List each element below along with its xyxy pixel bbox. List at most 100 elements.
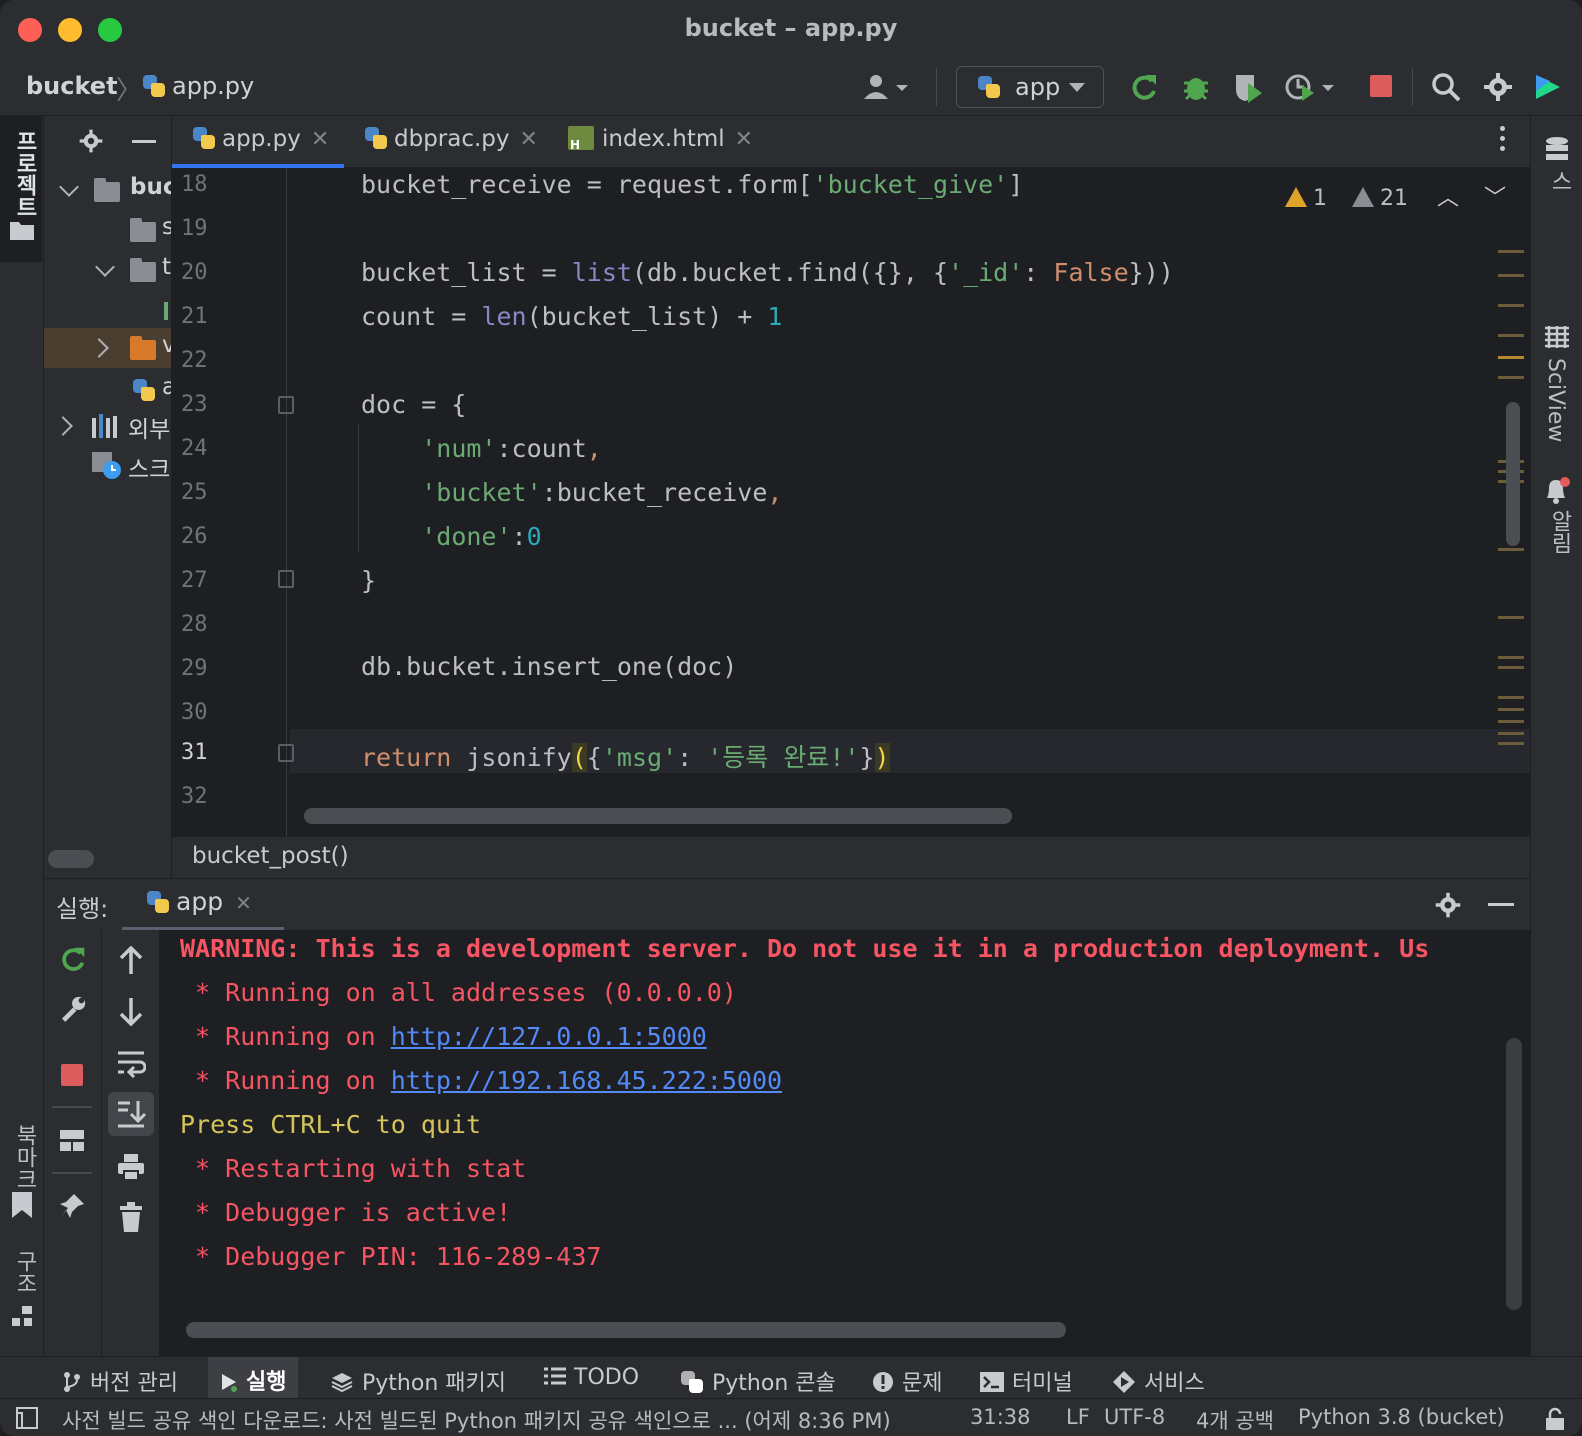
jetbrains-logo-icon[interactable] — [1532, 71, 1564, 103]
sciview-tool-button[interactable]: SciView — [1531, 322, 1582, 452]
tree-item[interactable]: buc — [44, 170, 171, 210]
tree-item[interactable]: t — [44, 250, 171, 290]
toggle-tool-windows-icon[interactable] — [16, 1407, 38, 1429]
arrow-up-icon[interactable] — [118, 946, 144, 976]
console-line: * Running on http://127.0.0.1:5000 — [180, 1022, 707, 1051]
code-editor[interactable]: 18 19 20 21 22 23 24 25 26 27 28 29 30 3… — [172, 168, 1530, 836]
trash-icon[interactable] — [118, 1202, 144, 1232]
tree-item[interactable]: a — [44, 370, 171, 410]
scroll-marker — [1498, 742, 1524, 745]
tab-dbprac-py[interactable]: dbprac.py ✕ — [344, 116, 546, 168]
debug-icon[interactable] — [1180, 71, 1212, 103]
tool-window-problems[interactable]: 문제 — [872, 1365, 942, 1397]
lock-icon[interactable] — [1544, 1407, 1566, 1431]
tree-item-scratches[interactable]: 스크 — [44, 446, 171, 486]
tab-app-py[interactable]: app.py ✕ — [172, 116, 344, 168]
run-tab-app[interactable]: app ✕ — [122, 879, 284, 931]
code-area[interactable]: bucket_receive = request.form['bucket_gi… — [290, 168, 1500, 836]
tool-window-terminal[interactable]: 터미널 — [980, 1365, 1073, 1397]
editor-horizontal-scrollbar[interactable] — [304, 808, 1012, 824]
database-tool-button[interactable]: 데이터베이스 — [1531, 130, 1582, 290]
close-tab-icon[interactable]: ✕ — [735, 127, 753, 152]
wrench-icon[interactable] — [58, 994, 88, 1024]
status-line-separator[interactable]: LF — [1066, 1405, 1090, 1429]
tree-item[interactable] — [44, 290, 171, 330]
console-horizontal-scrollbar[interactable] — [186, 1322, 1066, 1338]
tree-item-selected[interactable]: v — [44, 328, 171, 368]
breadcrumb-project[interactable]: bucket — [26, 72, 118, 100]
console-link[interactable]: http://127.0.0.1:5000 — [391, 1022, 707, 1051]
folder-icon — [130, 218, 156, 242]
search-icon[interactable] — [1430, 71, 1462, 103]
scratches-icon — [92, 452, 121, 479]
line-number-gutter: 18 19 20 21 22 23 24 25 26 27 28 29 30 3… — [172, 168, 290, 836]
status-interpreter[interactable]: Python 3.8 (bucket) — [1298, 1405, 1505, 1429]
tool-window-todo[interactable]: TODO — [544, 1365, 639, 1390]
hide-panel-icon[interactable] — [132, 140, 156, 143]
profile-icon[interactable] — [1284, 71, 1338, 103]
settings-gear-icon[interactable] — [1434, 891, 1462, 919]
project-horizontal-scrollbar[interactable] — [48, 850, 94, 868]
coverage-icon[interactable] — [1232, 71, 1264, 103]
scroll-marker — [1498, 732, 1524, 735]
editor-vertical-scrollbar[interactable] — [1506, 402, 1520, 546]
settings-gear-icon[interactable] — [1482, 71, 1514, 103]
bookmarks-tool-button[interactable]: 북마크 — [0, 1116, 44, 1226]
ide-window: bucket – app.py bucket 〉 app.py app 프로젝트… — [0, 0, 1582, 1436]
more-tabs-icon[interactable] — [1500, 126, 1506, 156]
status-encoding[interactable]: UTF-8 — [1104, 1405, 1165, 1429]
tab-index-html[interactable]: index.html✕ — [546, 116, 756, 168]
console-output[interactable]: WARNING: This is a development server. D… — [160, 930, 1500, 1320]
breadcrumb-function[interactable]: bucket_post() — [192, 843, 349, 869]
status-caret-position[interactable]: 31:38 — [970, 1405, 1031, 1429]
scroll-marker — [1498, 696, 1524, 699]
chevron-down-icon[interactable]: ﹀ — [1484, 186, 1506, 211]
structure-tool-button[interactable]: 구조 — [0, 1250, 44, 1350]
hide-panel-icon[interactable] — [1488, 903, 1514, 906]
tool-window-services[interactable]: 서비스 — [1112, 1365, 1205, 1397]
inspection-widget[interactable]: 1 21 ︿ ﹀ — [1284, 180, 1506, 212]
line-number: 23 — [181, 392, 208, 417]
layout-icon[interactable] — [58, 1126, 86, 1154]
python-file-icon — [364, 126, 388, 150]
console-link[interactable]: http://192.168.45.222:5000 — [391, 1066, 782, 1095]
print-icon[interactable] — [116, 1152, 146, 1182]
arrow-down-icon[interactable] — [118, 996, 144, 1026]
navigation-bar: bucket 〉 app.py app — [0, 58, 1582, 116]
gutter-divider — [286, 168, 287, 836]
tool-window-version-control[interactable]: 버전 관리 — [62, 1365, 178, 1397]
rerun-icon[interactable] — [1128, 71, 1160, 103]
soft-wrap-icon[interactable] — [116, 1048, 146, 1078]
close-tab-icon[interactable]: ✕ — [235, 891, 252, 915]
title-bar: bucket – app.py — [0, 0, 1582, 58]
code-line: 'bucket':bucket_receive, — [421, 478, 783, 507]
problems-icon — [873, 1372, 893, 1392]
stop-icon[interactable] — [61, 1064, 83, 1086]
user-icon[interactable] — [862, 71, 914, 103]
console-vertical-scrollbar[interactable] — [1506, 1038, 1522, 1310]
folder-icon — [130, 258, 156, 282]
tree-item[interactable]: s — [44, 210, 171, 250]
run-configuration-select[interactable]: app — [956, 66, 1104, 108]
chevron-right-icon — [89, 338, 109, 358]
notifications-tool-button[interactable]: 알림 — [1531, 474, 1582, 564]
settings-gear-icon[interactable] — [78, 128, 104, 154]
project-tool-button[interactable]: 프로젝트 — [0, 116, 42, 262]
tool-window-run[interactable]: 실행 — [208, 1357, 299, 1399]
close-tab-icon[interactable]: ✕ — [520, 127, 538, 152]
chevron-up-icon[interactable]: ︿ — [1437, 186, 1459, 211]
rerun-icon[interactable] — [58, 944, 88, 974]
tree-item-external-libraries[interactable]: 외부 — [44, 406, 171, 446]
stop-icon[interactable] — [1370, 75, 1392, 97]
pin-icon[interactable] — [58, 1192, 86, 1220]
folder-icon — [94, 178, 120, 202]
tool-window-python-console[interactable]: Python 콘솔 — [680, 1365, 836, 1397]
status-indent[interactable]: 4개 공백 — [1196, 1405, 1274, 1435]
tool-window-python-packages[interactable]: Python 패키지 — [330, 1365, 506, 1397]
folder-icon — [10, 222, 34, 240]
console-line-warning: WARNING: This is a development server. D… — [180, 934, 1430, 963]
breadcrumb-file[interactable]: app.py — [142, 72, 254, 100]
status-message[interactable]: 사전 빌드 공유 색인 다운로드: 사전 빌드된 Python 패키지 공유 색… — [62, 1405, 891, 1435]
close-tab-icon[interactable]: ✕ — [311, 127, 329, 152]
scroll-to-end-button[interactable] — [108, 1092, 154, 1136]
